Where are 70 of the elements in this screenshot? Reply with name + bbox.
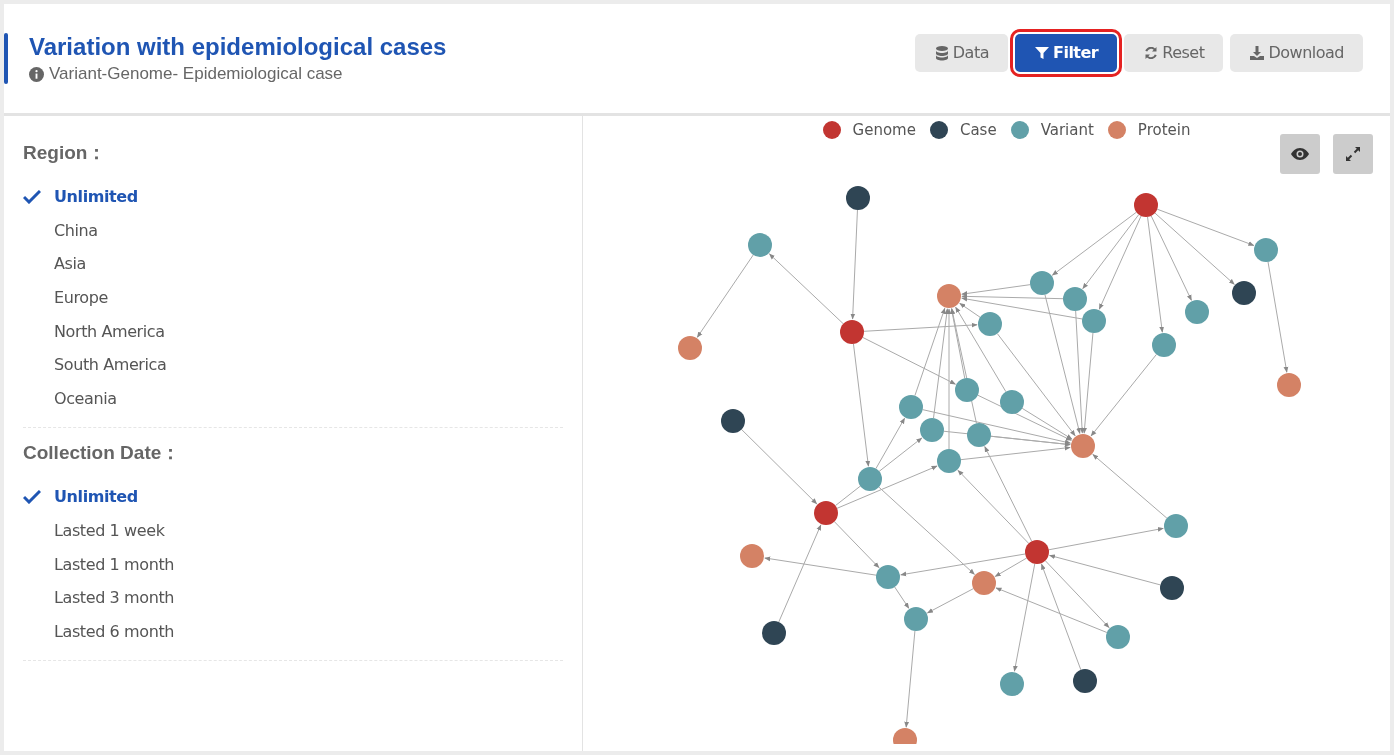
graph-node xyxy=(1000,390,1024,414)
filter-option[interactable]: Unlimited xyxy=(23,180,138,214)
graph-node xyxy=(748,233,772,257)
graph-node xyxy=(721,409,745,433)
graph-node xyxy=(1254,238,1278,262)
graph-node xyxy=(937,284,961,308)
legend-label: Genome xyxy=(852,121,916,139)
graph-node xyxy=(967,423,991,447)
graph-node xyxy=(678,336,702,360)
graph-node xyxy=(1152,333,1176,357)
page-subtitle: Variant-Genome- Epidemiological case xyxy=(49,64,343,84)
graph-node xyxy=(955,378,979,402)
graph-node xyxy=(740,544,764,568)
filter-option[interactable]: Lasted 1 week xyxy=(23,513,165,548)
graph-node xyxy=(899,395,923,419)
graph-node xyxy=(1164,514,1188,538)
graph-node xyxy=(1134,193,1158,217)
eye-icon xyxy=(1291,148,1309,160)
page-title: Variation with epidemiological cases xyxy=(29,33,447,61)
graph-node xyxy=(1025,540,1049,564)
graph-node xyxy=(937,449,961,473)
filter-heading: Collection Date： xyxy=(23,441,182,466)
legend-label: Case xyxy=(959,121,997,139)
graph-node xyxy=(762,621,786,645)
eye-button[interactable] xyxy=(1280,134,1320,174)
graph-node xyxy=(1073,669,1097,693)
graph-node xyxy=(846,186,870,210)
expand-icon xyxy=(1345,146,1361,162)
filter-option[interactable]: Lasted 1 month xyxy=(23,547,174,581)
graph-node xyxy=(876,565,900,589)
check-icon xyxy=(23,489,41,504)
graph-node xyxy=(1071,434,1095,458)
graph-node xyxy=(1185,300,1209,324)
graph-node xyxy=(840,320,864,344)
graph-node xyxy=(1232,281,1256,305)
legend-label: Protein xyxy=(1137,121,1191,139)
graph-node xyxy=(1106,625,1130,649)
download-icon xyxy=(1249,44,1266,61)
filter-icon xyxy=(1033,44,1050,61)
filter-option[interactable]: Lasted 6 month xyxy=(23,614,174,649)
filter-option[interactable]: Oceania xyxy=(23,381,117,416)
filter-option[interactable]: China xyxy=(23,213,98,248)
filter-option[interactable]: South America xyxy=(23,347,167,382)
check-icon xyxy=(23,189,41,204)
info-icon xyxy=(29,66,44,82)
graph-node xyxy=(1030,271,1054,295)
filter-option[interactable]: Asia xyxy=(23,247,86,281)
graph-node xyxy=(1063,287,1087,311)
legend-label: Variant xyxy=(1040,121,1094,139)
filter-option[interactable]: Europe xyxy=(23,280,108,315)
filter-option[interactable]: Unlimited xyxy=(23,480,138,514)
graph-node xyxy=(1160,576,1184,600)
filter-heading: Region： xyxy=(23,141,108,165)
database-icon xyxy=(933,44,950,61)
graph-node xyxy=(858,467,882,491)
graph-node xyxy=(920,418,944,442)
graph-edge xyxy=(926,588,974,614)
graph-node xyxy=(893,728,917,744)
graph-node xyxy=(1000,672,1024,696)
graph-node xyxy=(1277,373,1301,397)
graph-node xyxy=(972,571,996,595)
graph-node xyxy=(904,607,928,631)
graph-node xyxy=(978,312,1002,336)
graph-node xyxy=(814,501,838,525)
graph-edge xyxy=(894,586,910,609)
fullscreen-button[interactable] xyxy=(1333,134,1373,174)
filter-option[interactable]: Lasted 3 month xyxy=(23,580,174,615)
graph-node xyxy=(1082,309,1106,333)
refresh-icon xyxy=(1143,44,1160,61)
filter-option[interactable]: North America xyxy=(23,314,165,348)
